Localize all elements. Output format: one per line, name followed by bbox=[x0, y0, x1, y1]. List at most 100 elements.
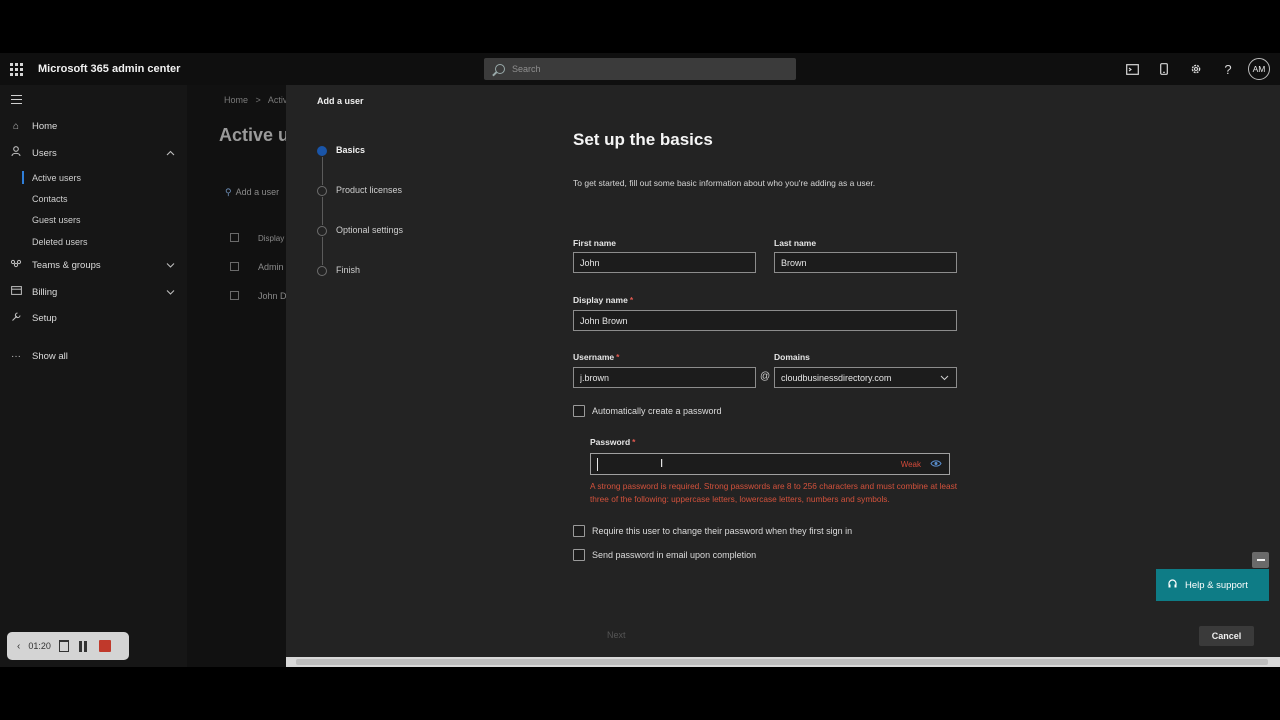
chevron-up-icon[interactable] bbox=[166, 149, 175, 158]
nav-sub-deleted-users[interactable]: Deleted users bbox=[32, 237, 88, 247]
display-name-label: Display name * bbox=[573, 295, 633, 305]
nav-label: Users bbox=[32, 147, 57, 159]
step-connector bbox=[322, 157, 323, 185]
step-connector bbox=[322, 197, 323, 225]
first-name-field[interactable] bbox=[573, 252, 756, 273]
nav-label: Teams & groups bbox=[32, 259, 101, 271]
send-email-option[interactable]: Send password in email upon completion bbox=[573, 549, 756, 561]
letterbox-top bbox=[0, 0, 1280, 53]
step-label: Basics bbox=[336, 145, 366, 155]
display-name-field[interactable] bbox=[573, 310, 957, 331]
eye-icon[interactable] bbox=[930, 459, 942, 470]
nav-sub-contacts[interactable]: Contacts bbox=[32, 194, 68, 204]
require-change-label: Require this user to change their passwo… bbox=[592, 526, 853, 536]
table-checkbox bbox=[230, 291, 239, 300]
text-caret bbox=[597, 458, 598, 471]
terminal-button[interactable] bbox=[1116, 53, 1148, 85]
password-field[interactable]: I Weak bbox=[590, 453, 950, 475]
add-user-link: ⚲ Add a user bbox=[225, 187, 279, 198]
wrench-icon bbox=[10, 311, 22, 325]
left-navigation: ⌂ Home Users Active users Contacts Guest… bbox=[0, 85, 187, 667]
step-basics[interactable]: Basics bbox=[317, 145, 517, 159]
waffle-icon bbox=[9, 62, 23, 76]
nav-item-teams-groups[interactable]: Teams & groups bbox=[0, 254, 187, 276]
chevron-left-icon[interactable]: ‹ bbox=[17, 641, 20, 652]
ellipsis-icon: ··· bbox=[11, 350, 21, 362]
help-support-button[interactable]: Help & support bbox=[1156, 569, 1269, 601]
domains-select[interactable]: cloudbusinessdirectory.com bbox=[774, 367, 957, 388]
step-dot-active bbox=[317, 146, 327, 156]
nav-sub-guest-users[interactable]: Guest users bbox=[32, 215, 81, 225]
require-change-checkbox[interactable] bbox=[573, 525, 585, 537]
hamburger-icon[interactable] bbox=[11, 95, 22, 107]
send-email-checkbox[interactable] bbox=[573, 549, 585, 561]
help-button[interactable]: ? bbox=[1212, 53, 1244, 85]
nav-item-home[interactable]: ⌂ Home bbox=[0, 115, 187, 137]
search-input[interactable] bbox=[512, 64, 772, 74]
step-dot bbox=[317, 186, 327, 196]
password-label-text: Password bbox=[590, 437, 631, 447]
nav-sub-active-users[interactable]: Active users bbox=[21, 171, 81, 184]
first-name-label: First name bbox=[573, 238, 616, 248]
username-field[interactable] bbox=[573, 367, 756, 388]
terminal-icon bbox=[1125, 63, 1139, 75]
avatar[interactable]: AM bbox=[1248, 58, 1270, 80]
breadcrumb-current: Activ bbox=[267, 95, 286, 105]
app-title[interactable]: Microsoft 365 admin center bbox=[38, 63, 180, 75]
step-product-licenses[interactable]: Product licenses bbox=[317, 185, 517, 199]
table-checkbox bbox=[230, 262, 239, 271]
horizontal-scrollbar[interactable] bbox=[286, 657, 1280, 667]
nav-item-show-all[interactable]: ··· Show all bbox=[0, 345, 187, 367]
nav-label: Setup bbox=[32, 312, 57, 324]
password-input[interactable] bbox=[591, 454, 881, 474]
scrollbar-thumb[interactable] bbox=[296, 659, 1268, 665]
app-launcher-button[interactable] bbox=[1, 53, 31, 85]
headset-icon bbox=[1168, 578, 1177, 592]
require-change-option[interactable]: Require this user to change their passwo… bbox=[573, 525, 852, 537]
panel-title: Add a user bbox=[317, 96, 364, 106]
username-input[interactable] bbox=[574, 368, 755, 388]
auto-password-option[interactable]: Automatically create a password bbox=[573, 405, 722, 417]
last-name-input[interactable] bbox=[775, 253, 956, 273]
search-box[interactable] bbox=[484, 58, 796, 80]
mobile-button[interactable] bbox=[1148, 53, 1180, 85]
auto-password-label: Automatically create a password bbox=[592, 406, 722, 416]
chevron-down-icon bbox=[940, 374, 949, 383]
step-dot bbox=[317, 266, 327, 276]
pause-icon[interactable] bbox=[78, 640, 87, 652]
trash-icon[interactable] bbox=[58, 640, 69, 652]
last-name-label: Last name bbox=[774, 238, 817, 248]
help-support-label: Help & support bbox=[1185, 579, 1248, 591]
breadcrumb: Home > Activ bbox=[224, 95, 286, 105]
required-mark: * bbox=[616, 352, 620, 362]
at-sign: @ bbox=[760, 371, 771, 382]
top-bar: Microsoft 365 admin center ? AM bbox=[0, 53, 1280, 85]
background-page: Home > Activ Active u ⚲ Add a user Displa… bbox=[187, 85, 286, 667]
groups-icon bbox=[10, 259, 22, 272]
chevron-down-icon[interactable] bbox=[166, 261, 175, 270]
nav-item-billing[interactable]: Billing bbox=[0, 281, 187, 303]
next-button[interactable]: Next bbox=[607, 630, 626, 640]
nav-item-setup[interactable]: Setup bbox=[0, 307, 187, 329]
username-label-text: Username bbox=[573, 352, 615, 362]
stop-icon[interactable] bbox=[98, 640, 111, 652]
cancel-button[interactable]: Cancel bbox=[1199, 626, 1254, 646]
first-name-input[interactable] bbox=[574, 253, 755, 273]
step-optional-settings[interactable]: Optional settings bbox=[317, 225, 517, 239]
table-checkbox bbox=[230, 233, 239, 242]
settings-button[interactable] bbox=[1180, 53, 1212, 85]
display-name-input[interactable] bbox=[574, 311, 956, 331]
nav-item-users[interactable]: Users bbox=[0, 142, 187, 164]
auto-password-checkbox[interactable] bbox=[573, 405, 585, 417]
step-finish[interactable]: Finish bbox=[317, 265, 517, 279]
screen-recorder-widget: ‹ 01:20 bbox=[7, 632, 129, 660]
table-row: John D bbox=[258, 291, 286, 301]
last-name-field[interactable] bbox=[774, 252, 957, 273]
domains-label: Domains bbox=[774, 352, 810, 362]
help-minimize-button[interactable] bbox=[1252, 552, 1269, 568]
question-icon: ? bbox=[1224, 61, 1232, 77]
required-mark: * bbox=[632, 437, 636, 447]
nav-label: Billing bbox=[32, 286, 58, 298]
chevron-down-icon[interactable] bbox=[166, 288, 175, 297]
column-header-display: Display bbox=[258, 234, 285, 243]
